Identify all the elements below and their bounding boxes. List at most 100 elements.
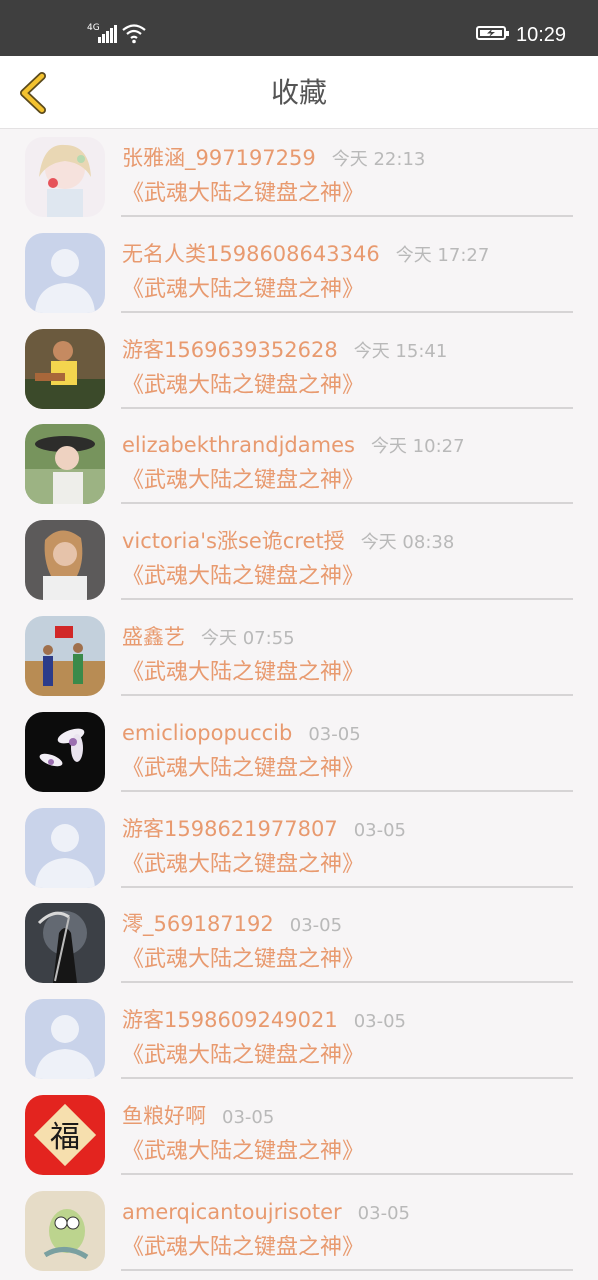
book-title[interactable]: 《武魂大陆之键盘之神》: [122, 466, 364, 496]
favorites-list: 张雅涵_997197259 今天 22:13 《武魂大陆之键盘之神》 无名人类15…: [0, 129, 598, 1279]
avatar[interactable]: [25, 232, 105, 313]
item-time: 03-05: [357, 1202, 410, 1224]
child-photo-avatar-image: [25, 328, 105, 409]
divider: [121, 1077, 573, 1080]
book-title[interactable]: 《武魂大陆之键盘之神》: [122, 754, 364, 784]
item-time: 今天 07:55: [201, 627, 295, 649]
network-type: 4G: [87, 23, 100, 33]
user-name: 游客1569639352628 今天 15:41: [122, 335, 447, 367]
avatar[interactable]: [25, 903, 105, 984]
list-item[interactable]: 游客1569639352628 今天 15:41 《武魂大陆之键盘之神》: [0, 321, 598, 417]
anime-girl-avatar-image: [25, 137, 105, 217]
avatar[interactable]: [25, 1190, 105, 1271]
book-title[interactable]: 《武魂大陆之键盘之神》: [122, 945, 364, 975]
avatar[interactable]: [25, 807, 105, 888]
reaper-avatar-image: [25, 903, 105, 984]
divider: [121, 215, 573, 217]
user-name: elizabekthrandjdames 今天 10:27: [122, 430, 465, 462]
list-item[interactable]: 福 鱼粮好啊 03-05 《武魂大陆之键盘之神》: [0, 1087, 598, 1183]
wifi-icon: [122, 24, 146, 44]
avatar[interactable]: [25, 137, 105, 217]
divider: [121, 693, 573, 696]
user-name-text: elizabekthrandjdames: [122, 433, 355, 458]
user-name-text: 游客1569639352628: [122, 337, 338, 362]
fu-sign-avatar-image: 福: [25, 1094, 105, 1175]
divider: [121, 1172, 573, 1175]
book-title[interactable]: 《武魂大陆之键盘之神》: [122, 850, 364, 880]
book-title[interactable]: 《武魂大陆之键盘之神》: [122, 1233, 364, 1263]
user-name-text: victoria's涨se诡cret授: [122, 529, 345, 554]
book-title[interactable]: 《武魂大陆之键盘之神》: [122, 658, 364, 688]
book-title[interactable]: 《武魂大陆之键盘之神》: [122, 371, 364, 401]
list-item[interactable]: 游客1598621977807 03-05 《武魂大陆之键盘之神》: [0, 800, 598, 896]
divider: [121, 406, 573, 409]
user-name: 游客1598609249021 03-05: [122, 1005, 406, 1037]
user-name: 盛鑫艺 今天 07:55: [122, 622, 295, 654]
woman-hat-avatar-image: [25, 424, 105, 505]
item-time: 今天 08:38: [360, 532, 455, 554]
item-time: 03-05: [308, 723, 361, 745]
list-item[interactable]: 澪_569187192 03-05 《武魂大陆之键盘之神》: [0, 895, 598, 991]
avatar[interactable]: 福: [25, 1094, 105, 1175]
list-item[interactable]: 张雅涵_997197259 今天 22:13 《武魂大陆之键盘之神》: [0, 129, 598, 225]
list-item[interactable]: emicliopopuccib 03-05 《武魂大陆之键盘之神》: [0, 704, 598, 800]
item-time: 03-05: [353, 819, 407, 841]
user-name-text: 无名人类1598608643346: [122, 241, 380, 266]
back-arrow-icon[interactable]: [14, 72, 50, 114]
battery-icon: [476, 26, 509, 40]
user-name: amerqicantoujrisoter 03-05: [122, 1197, 410, 1229]
user-name-text: 游客1598609249021: [122, 1008, 338, 1033]
divider: [121, 598, 573, 601]
header: 收藏: [0, 56, 598, 129]
list-item[interactable]: victoria's涨se诡cret授 今天 08:38 《武魂大陆之键盘之神》: [0, 512, 598, 608]
user-name-text: 游客1598621977807: [122, 816, 338, 841]
item-time: 03-05: [289, 915, 343, 937]
divider: [121, 789, 573, 792]
divider: [121, 981, 573, 984]
item-time: 今天 15:41: [353, 340, 448, 362]
divider: [121, 310, 573, 313]
book-title[interactable]: 《武魂大陆之键盘之神》: [122, 1041, 364, 1071]
book-title[interactable]: 《武魂大陆之键盘之神》: [122, 179, 364, 209]
user-name: 无名人类1598608643346 今天 17:27: [122, 239, 489, 271]
status-time: 10:29: [516, 24, 567, 46]
user-name-text: 张雅涵_997197259: [122, 146, 316, 170]
divider: [121, 502, 573, 505]
cartoon-fish-avatar-image: [25, 1190, 105, 1271]
user-name-text: 鱼粮好啊: [122, 1103, 206, 1128]
cellular-signal-icon: 4G: [87, 23, 119, 43]
avatar[interactable]: [25, 424, 105, 505]
item-time: 03-05: [222, 1106, 275, 1128]
avatar[interactable]: [25, 615, 105, 696]
avatar[interactable]: [25, 711, 105, 792]
user-name: 游客1598621977807 03-05: [122, 814, 406, 846]
item-time: 今天 22:13: [331, 149, 426, 170]
book-title[interactable]: 《武魂大陆之键盘之神》: [122, 1137, 364, 1167]
book-title[interactable]: 《武魂大陆之键盘之神》: [122, 275, 364, 305]
outdoor-people-avatar-image: [25, 615, 105, 696]
item-time: 03-05: [353, 1011, 407, 1033]
user-name: emicliopopuccib 03-05: [122, 718, 361, 750]
user-name: victoria's涨se诡cret授 今天 08:38: [122, 526, 454, 558]
svg-text:福: 福: [50, 1120, 80, 1155]
orchid-avatar-image: [25, 711, 105, 792]
avatar[interactable]: [25, 328, 105, 409]
list-item[interactable]: 无名人类1598608643346 今天 17:27 《武魂大陆之键盘之神》: [0, 225, 598, 321]
avatar[interactable]: [25, 999, 105, 1080]
user-name-text: amerqicantoujrisoter: [122, 1199, 342, 1224]
list-item[interactable]: elizabekthrandjdames 今天 10:27 《武魂大陆之键盘之神》: [0, 416, 598, 512]
list-item[interactable]: amerqicantoujrisoter 03-05 《武魂大陆之键盘之神》: [0, 1183, 598, 1279]
user-name-text: 澪_569187192: [122, 912, 274, 937]
status-bar: 4G 10:29: [0, 0, 598, 56]
user-name: 澪_569187192 03-05: [122, 909, 342, 941]
user-name: 张雅涵_997197259 今天 22:13: [122, 143, 425, 175]
divider: [121, 1268, 573, 1271]
book-title[interactable]: 《武魂大陆之键盘之神》: [122, 562, 364, 592]
list-item[interactable]: 盛鑫艺 今天 07:55 《武魂大陆之键盘之神》: [0, 608, 598, 704]
list-item[interactable]: 游客1598609249021 03-05 《武魂大陆之键盘之神》: [0, 991, 598, 1087]
woman-portrait-avatar-image: [25, 520, 105, 601]
avatar[interactable]: [25, 520, 105, 601]
page-title: 收藏: [270, 76, 327, 109]
divider: [121, 885, 573, 888]
user-name-text: 盛鑫艺: [122, 624, 185, 649]
